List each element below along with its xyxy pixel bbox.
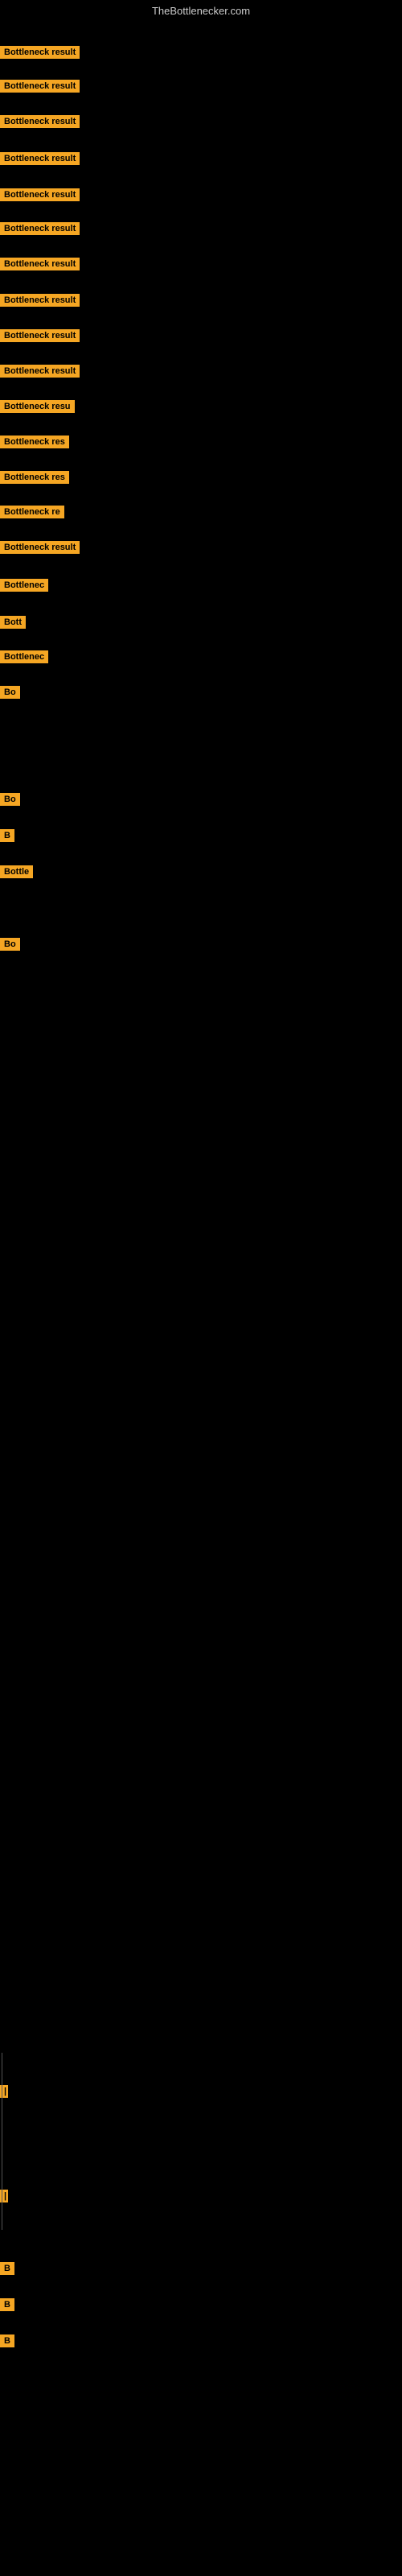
bottleneck-badge-7: Bottleneck result: [0, 294, 80, 307]
bottleneck-badge-1: Bottleneck result: [0, 80, 80, 93]
bottleneck-badge-12: Bottleneck res: [0, 471, 69, 484]
site-title: TheBottlenecker.com: [0, 2, 402, 20]
bottleneck-badge-5: Bottleneck result: [0, 222, 80, 235]
bottleneck-badge-2: Bottleneck result: [0, 115, 80, 128]
bottleneck-badge-17: Bottlenec: [0, 650, 48, 663]
bottleneck-badge-0: Bottleneck result: [0, 46, 80, 59]
bottleneck-badge-20: B: [0, 829, 14, 842]
bottleneck-badge-27: B: [0, 2334, 14, 2347]
bottleneck-badge-6: Bottleneck result: [0, 258, 80, 270]
bottleneck-badge-21: Bottle: [0, 865, 33, 878]
bottleneck-badge-25: B: [0, 2262, 14, 2275]
bottleneck-badge-26: B: [0, 2298, 14, 2311]
bottleneck-badge-3: Bottleneck result: [0, 152, 80, 165]
bottleneck-badge-10: Bottleneck resu: [0, 400, 75, 413]
bottleneck-badge-8: Bottleneck result: [0, 329, 80, 342]
bottleneck-badge-22: Bo: [0, 938, 20, 951]
bottleneck-badge-13: Bottleneck re: [0, 506, 64, 518]
bottleneck-badge-19: Bo: [0, 793, 20, 806]
bottleneck-badge-9: Bottleneck result: [0, 365, 80, 378]
bottleneck-badge-18: Bo: [0, 686, 20, 699]
bottleneck-badge-11: Bottleneck res: [0, 436, 69, 448]
bottleneck-badge-16: Bott: [0, 616, 26, 629]
bottleneck-badge-14: Bottleneck result: [0, 541, 80, 554]
bottleneck-badge-15: Bottlenec: [0, 579, 48, 592]
bottleneck-badge-4: Bottleneck result: [0, 188, 80, 201]
